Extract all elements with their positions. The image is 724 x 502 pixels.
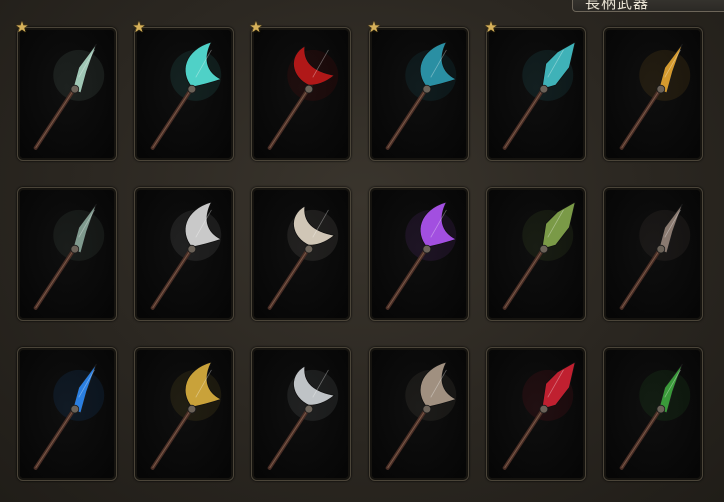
favorite-star-icon: ★: [367, 18, 381, 36]
weapon-card[interactable]: [17, 187, 117, 321]
weapon-card[interactable]: [369, 187, 469, 321]
bronze-trident-icon: [385, 361, 458, 470]
flame-spear-icon: [619, 43, 691, 150]
weapon-card[interactable]: [134, 27, 234, 161]
silver-glaive-icon: [150, 201, 223, 310]
weapon-card[interactable]: [486, 27, 586, 161]
green-blade-icon: [619, 363, 691, 470]
bone-scythe-icon: [267, 205, 339, 310]
favorite-star-icon: ★: [15, 18, 29, 36]
cyan-axe-icon: [150, 41, 223, 150]
weapon-card[interactable]: [603, 347, 703, 481]
weapon-card[interactable]: [134, 187, 234, 321]
silver-spear-icon: [267, 365, 339, 470]
favorite-star-icon: ★: [132, 18, 146, 36]
purple-halberd-icon: [385, 201, 458, 310]
weapon-card[interactable]: [486, 187, 586, 321]
favorite-star-icon: ★: [484, 18, 498, 36]
crescent-axe-icon: [33, 203, 105, 310]
teal-scythe-icon: [385, 41, 458, 150]
weapon-card[interactable]: [369, 347, 469, 481]
weapon-card[interactable]: [17, 347, 117, 481]
weapon-card[interactable]: [17, 27, 117, 161]
teal-glaive-icon: [502, 41, 576, 150]
weapon-card[interactable]: [603, 187, 703, 321]
red-blade-icon: [502, 361, 576, 470]
weapon-card[interactable]: [603, 27, 703, 161]
weapon-grid: ★ ★ ★ ★ ★: [0, 0, 724, 502]
spear-icon: [33, 43, 105, 150]
blue-claw-scythe-icon: [33, 363, 105, 470]
weapon-card[interactable]: [251, 347, 351, 481]
weapon-card[interactable]: [251, 187, 351, 321]
gold-claw-scythe-icon: [150, 361, 223, 470]
dark-trident-icon: [619, 203, 691, 310]
red-scythe-icon: [267, 45, 339, 150]
green-staff-icon: [502, 201, 576, 310]
weapon-card[interactable]: [486, 347, 586, 481]
weapon-card[interactable]: [369, 27, 469, 161]
favorite-star-icon: ★: [249, 18, 263, 36]
weapon-card[interactable]: [134, 347, 234, 481]
weapon-card[interactable]: [251, 27, 351, 161]
